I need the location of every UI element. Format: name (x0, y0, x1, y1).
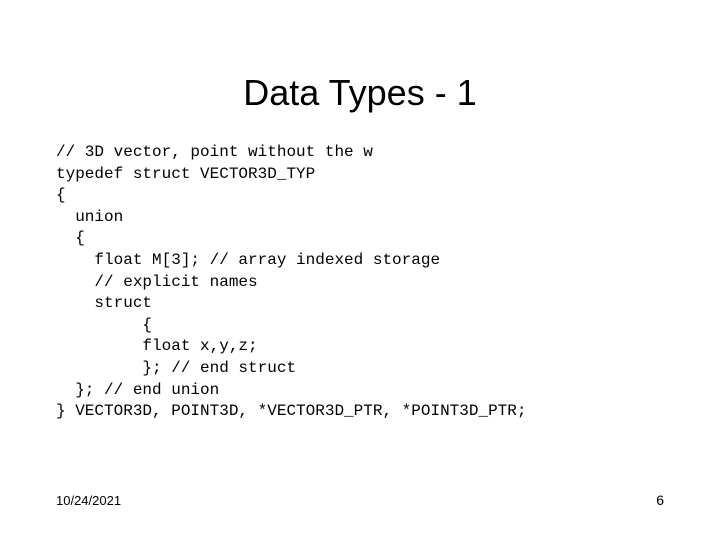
code-line: struct (56, 294, 152, 312)
code-line: float M[3]; // array indexed storage (56, 251, 440, 269)
footer-date: 10/24/2021 (56, 493, 121, 508)
code-line: // explicit names (56, 273, 258, 291)
code-line: } VECTOR3D, POINT3D, *VECTOR3D_PTR, *POI… (56, 402, 526, 420)
code-line: float x,y,z; (56, 337, 258, 355)
code-line: { (56, 316, 152, 334)
code-block: // 3D vector, point without the w typede… (0, 142, 720, 423)
code-line: { (56, 229, 85, 247)
footer-page-number: 6 (656, 492, 664, 508)
code-line: }; // end struct (56, 359, 296, 377)
code-line: typedef struct VECTOR3D_TYP (56, 165, 315, 183)
page-title: Data Types - 1 (0, 0, 720, 142)
code-line: // 3D vector, point without the w (56, 143, 373, 161)
code-line: union (56, 208, 123, 226)
slide: Data Types - 1 // 3D vector, point witho… (0, 0, 720, 540)
footer: 10/24/2021 6 (56, 492, 664, 508)
code-line: { (56, 186, 66, 204)
code-line: }; // end union (56, 381, 219, 399)
